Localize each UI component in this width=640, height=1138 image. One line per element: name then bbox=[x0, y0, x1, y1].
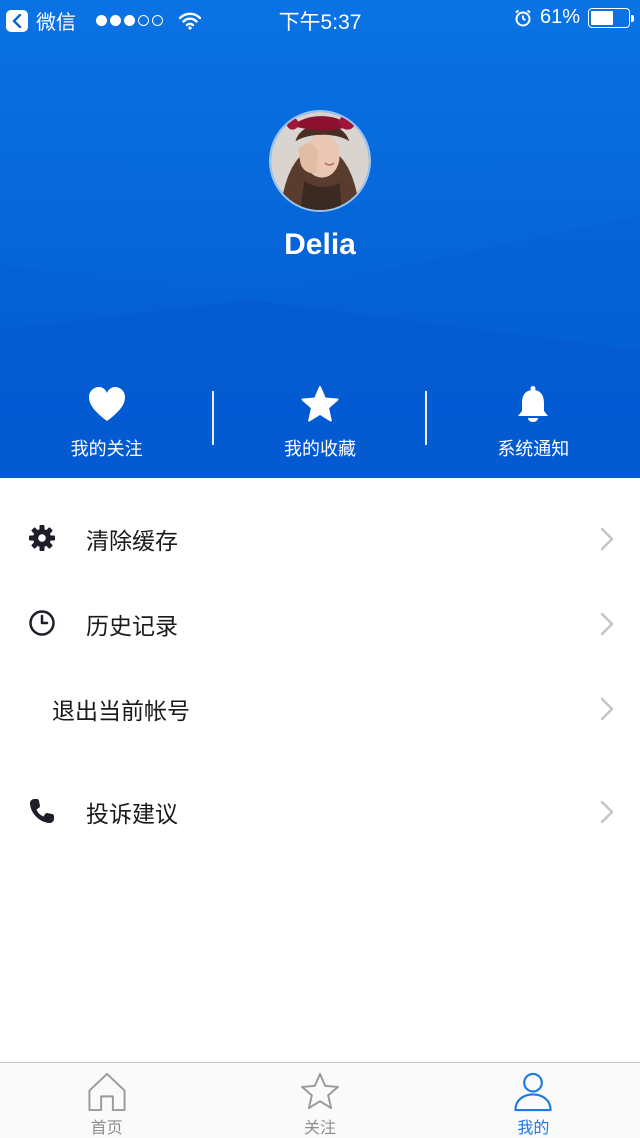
tab-bar: 首页 关注 我的 bbox=[0, 1062, 640, 1138]
home-icon bbox=[88, 1072, 126, 1112]
battery-percent: 61% bbox=[539, 6, 580, 28]
bell-icon bbox=[518, 386, 549, 422]
user-icon bbox=[514, 1072, 552, 1112]
quick-action-label: 系统通知 bbox=[497, 439, 570, 460]
star-outline-icon bbox=[301, 1072, 339, 1110]
profile-header: 微信 下午5:37 61% Delia 我的关注 我的收藏 系统通知 bbox=[0, 0, 640, 478]
gear-icon bbox=[29, 525, 55, 551]
battery-fill bbox=[591, 10, 613, 25]
avatar[interactable] bbox=[269, 110, 371, 212]
tab-label: 关注 bbox=[303, 1118, 336, 1137]
phone-icon bbox=[30, 799, 54, 823]
alarm-icon bbox=[515, 9, 531, 26]
system-notifications-button[interactable]: 系统通知 bbox=[427, 385, 640, 470]
quick-actions: 我的关注 我的收藏 系统通知 bbox=[0, 385, 640, 470]
menu-item-feedback[interactable]: 投诉建议 bbox=[0, 768, 640, 854]
quick-action-label: 我的收藏 bbox=[283, 439, 356, 460]
tab-home[interactable]: 首页 bbox=[0, 1063, 213, 1138]
my-favorites-button[interactable]: 我的收藏 bbox=[213, 385, 426, 470]
star-icon bbox=[301, 386, 339, 422]
battery-icon bbox=[588, 7, 634, 28]
menu-item-clear-cache[interactable]: 清除缓存 bbox=[0, 495, 640, 581]
menu-item-label: 退出当前帐号 bbox=[52, 699, 190, 725]
chevron-right-icon bbox=[600, 612, 614, 636]
status-bar: 微信 下午5:37 61% bbox=[0, 0, 640, 40]
menu-item-label: 清除缓存 bbox=[86, 529, 178, 555]
tab-follow[interactable]: 关注 bbox=[213, 1063, 426, 1138]
menu-item-history[interactable]: 历史记录 bbox=[0, 580, 640, 666]
clock-icon bbox=[29, 610, 55, 636]
avatar-photo bbox=[271, 112, 369, 210]
heart-icon bbox=[88, 387, 125, 421]
quick-action-label: 我的关注 bbox=[70, 439, 143, 460]
my-follows-button[interactable]: 我的关注 bbox=[0, 385, 213, 470]
menu-item-label: 历史记录 bbox=[86, 614, 178, 640]
menu-item-logout[interactable]: 退出当前帐号 bbox=[0, 665, 640, 751]
chevron-right-icon bbox=[600, 527, 614, 551]
menu-item-label: 投诉建议 bbox=[86, 802, 178, 828]
divider bbox=[212, 391, 214, 445]
tab-label: 首页 bbox=[90, 1118, 123, 1137]
tab-mine[interactable]: 我的 bbox=[427, 1063, 640, 1138]
username: Delia bbox=[284, 228, 356, 261]
chevron-right-icon bbox=[600, 800, 614, 824]
divider bbox=[425, 391, 427, 445]
tab-label: 我的 bbox=[517, 1118, 550, 1137]
chevron-right-icon bbox=[600, 697, 614, 721]
